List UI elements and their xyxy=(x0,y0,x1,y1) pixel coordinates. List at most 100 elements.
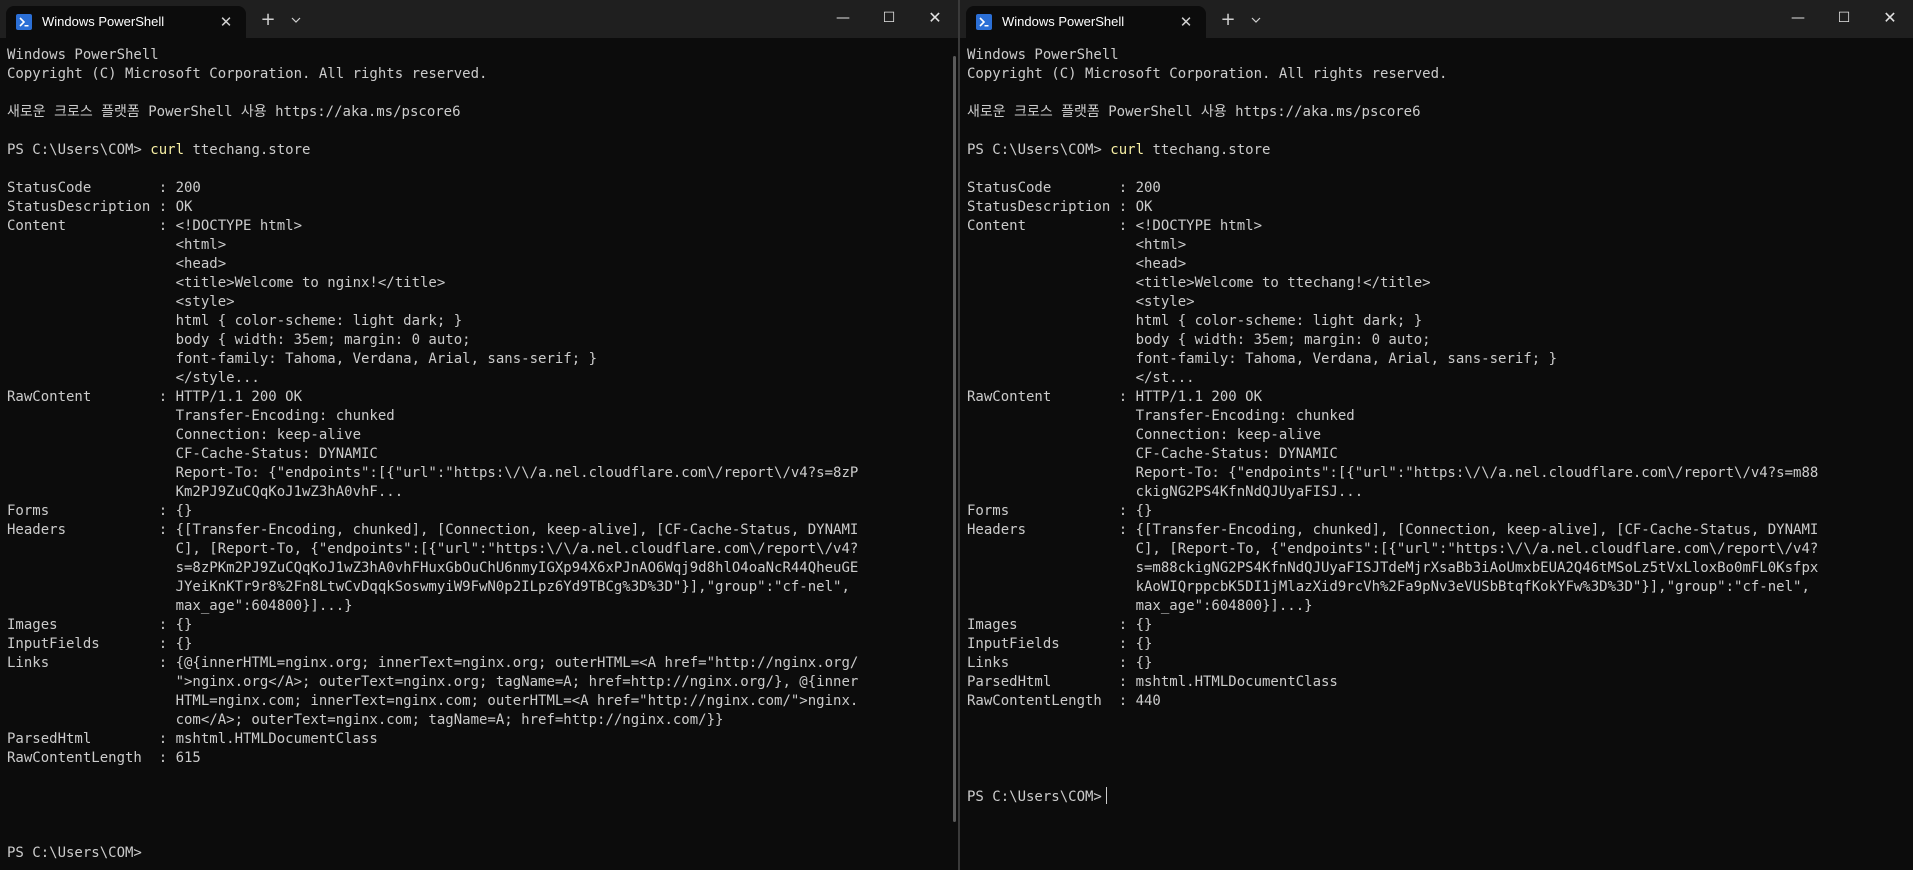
terminal-line: JYeiKnKTr9r8%2Fn8LtwCvDqqkSoswmyiW9FwN0p… xyxy=(7,579,850,595)
terminal-line: Copyright (C) Microsoft Corporation. All… xyxy=(7,66,488,82)
command-name: curl xyxy=(1110,142,1145,158)
terminal-line: <html> xyxy=(7,237,227,253)
terminal-line: ParsedHtml : mshtml.HTMLDocumentClass xyxy=(7,731,378,747)
terminal-line: StatusDescription : OK xyxy=(967,199,1153,215)
terminal-line: <style> xyxy=(967,294,1195,310)
terminal-line: body { width: 35em; margin: 0 auto; xyxy=(7,332,471,348)
terminal-line: Links : {@{innerHTML=nginx.org; innerTex… xyxy=(7,655,859,671)
terminal-line: <html> xyxy=(967,237,1187,253)
terminal-line: body { width: 35em; margin: 0 auto; xyxy=(967,332,1431,348)
terminal-line: max_age":604800}]...} xyxy=(967,598,1313,614)
new-tab-button[interactable]: + xyxy=(1216,9,1240,33)
terminal-line: <style> xyxy=(7,294,235,310)
command-args: ttechang.store xyxy=(184,142,311,158)
terminal-line: StatusCode : 200 xyxy=(967,180,1161,196)
close-tab-icon[interactable]: ✕ xyxy=(1176,12,1196,32)
chevron-down-icon[interactable] xyxy=(1246,9,1266,33)
terminal-line: Connection: keep-alive xyxy=(7,427,362,443)
scrollbar[interactable] xyxy=(953,56,956,822)
terminal-line: <head> xyxy=(967,256,1187,272)
close-window-button[interactable]: ✕ xyxy=(1867,0,1913,36)
command-prompt[interactable]: PS C:\Users\COM> xyxy=(7,844,142,863)
terminal-line: ">nginx.org</A>; outerText=nginx.org; ta… xyxy=(7,674,859,690)
prompt-text: PS C:\Users\COM> xyxy=(7,142,151,158)
close-tab-icon[interactable]: ✕ xyxy=(216,12,236,32)
terminal-line: Transfer-Encoding: chunked xyxy=(967,408,1355,424)
terminal-line: <title>Welcome to ttechang!</title> xyxy=(967,275,1431,291)
terminal-line: Content : <!DOCTYPE html> xyxy=(7,218,303,234)
terminal-line: RawContentLength : 440 xyxy=(967,693,1161,709)
terminal-window-left: Windows PowerShell ✕ + — ☐ ✕ Windows Pow… xyxy=(0,0,958,870)
terminal-line: RawContent : HTTP/1.1 200 OK xyxy=(7,389,303,405)
terminal-line: ckigNG2PS4KfnNdQJUyaFISJ... xyxy=(967,484,1364,500)
terminal-line: Images : {} xyxy=(967,617,1153,633)
terminal-line: ParsedHtml : mshtml.HTMLDocumentClass xyxy=(967,674,1338,690)
terminal-line: PS C:\Users\COM> curl ttechang.store xyxy=(7,141,948,160)
command-prompt[interactable]: PS C:\Users\COM> xyxy=(967,787,1107,807)
terminal-line: <title>Welcome to nginx!</title> xyxy=(7,275,446,291)
tab-title: Windows PowerShell xyxy=(42,14,165,29)
terminal-line: Windows PowerShell xyxy=(7,47,159,63)
minimize-button[interactable]: — xyxy=(820,0,866,36)
chevron-down-icon[interactable] xyxy=(286,9,306,33)
terminal-line: Forms : {} xyxy=(967,503,1153,519)
terminal-line: PS C:\Users\COM> curl ttechang.store xyxy=(967,141,1903,160)
terminal-line: </style... xyxy=(7,370,260,386)
terminal-line: <head> xyxy=(7,256,227,272)
terminal-line: Forms : {} xyxy=(7,503,193,519)
terminal-line: RawContent : HTTP/1.1 200 OK xyxy=(967,389,1263,405)
maximize-button[interactable]: ☐ xyxy=(866,0,912,36)
terminal-line: StatusDescription : OK xyxy=(7,199,193,215)
terminal-line: 새로운 크로스 플랫폼 PowerShell 사용 https://aka.ms… xyxy=(7,104,461,120)
terminal-line: Transfer-Encoding: chunked xyxy=(7,408,395,424)
terminal-line: Images : {} xyxy=(7,617,193,633)
prompt-text: PS C:\Users\COM> xyxy=(967,142,1111,158)
terminal-line: C], [Report-To, {"endpoints":[{"url":"ht… xyxy=(7,541,859,557)
terminal-line: Km2PJ9ZuCQqKoJ1wZ3hA0vhF... xyxy=(7,484,404,500)
powershell-icon xyxy=(976,14,992,30)
terminal-line: com</A>; outerText=nginx.com; tagName=A;… xyxy=(7,712,724,728)
terminal-line: </st... xyxy=(967,370,1195,386)
title-bar: Windows PowerShell ✕ + — ☐ ✕ xyxy=(960,0,1913,38)
text-cursor xyxy=(1105,787,1107,804)
terminal-line: html { color-scheme: light dark; } xyxy=(967,313,1423,329)
title-bar: Windows PowerShell ✕ + — ☐ ✕ xyxy=(0,0,958,38)
terminal-line: Report-To: {"endpoints":[{"url":"https:\… xyxy=(7,465,859,481)
terminal-line: CF-Cache-Status: DYNAMIC xyxy=(967,446,1338,462)
terminal-line: CF-Cache-Status: DYNAMIC xyxy=(7,446,378,462)
minimize-button[interactable]: — xyxy=(1775,0,1821,36)
powershell-icon xyxy=(16,14,32,30)
terminal-line: C], [Report-To, {"endpoints":[{"url":"ht… xyxy=(967,541,1819,557)
terminal-line: RawContentLength : 615 xyxy=(7,750,201,766)
terminal-line: kAoWIQrppcbK5DI1jMlazXid9rcVh%2Fa9pNv3eV… xyxy=(967,579,1810,595)
tab-windows-powershell[interactable]: Windows PowerShell ✕ xyxy=(6,6,246,38)
terminal-line: Links : {} xyxy=(967,655,1153,671)
terminal-output[interactable]: Windows PowerShell Copyright (C) Microsof… xyxy=(967,46,1903,870)
terminal-line: Connection: keep-alive xyxy=(967,427,1322,443)
terminal-line: html { color-scheme: light dark; } xyxy=(7,313,463,329)
terminal-line: HTML=nginx.com; innerText=nginx.com; out… xyxy=(7,693,859,709)
maximize-button[interactable]: ☐ xyxy=(1821,0,1867,36)
terminal-line: s=8zPKm2PJ9ZuCQqKoJ1wZ3hA0vhFHuxGbOuChU6… xyxy=(7,560,859,576)
prompt-text: PS C:\Users\COM> xyxy=(7,845,142,861)
terminal-line: font-family: Tahoma, Verdana, Arial, san… xyxy=(967,351,1558,367)
terminal-output[interactable]: Windows PowerShell Copyright (C) Microsof… xyxy=(7,46,948,870)
terminal-line: s=m88ckigNG2PS4KfnNdQJUyaFISJTdeMjrXsaBb… xyxy=(967,560,1819,576)
new-tab-button[interactable]: + xyxy=(256,9,280,33)
close-window-button[interactable]: ✕ xyxy=(912,0,958,36)
prompt-text: PS C:\Users\COM> xyxy=(967,789,1102,805)
terminal-line: Windows PowerShell xyxy=(967,47,1119,63)
terminal-window-right: Windows PowerShell ✕ + — ☐ ✕ Windows Pow… xyxy=(960,0,1913,870)
command-name: curl xyxy=(150,142,185,158)
tab-windows-powershell[interactable]: Windows PowerShell ✕ xyxy=(966,6,1206,38)
terminal-line: Headers : {[Transfer-Encoding, chunked],… xyxy=(967,522,1819,538)
terminal-line: Content : <!DOCTYPE html> xyxy=(967,218,1263,234)
terminal-line: InputFields : {} xyxy=(7,636,193,652)
terminal-line: Copyright (C) Microsoft Corporation. All… xyxy=(967,66,1448,82)
